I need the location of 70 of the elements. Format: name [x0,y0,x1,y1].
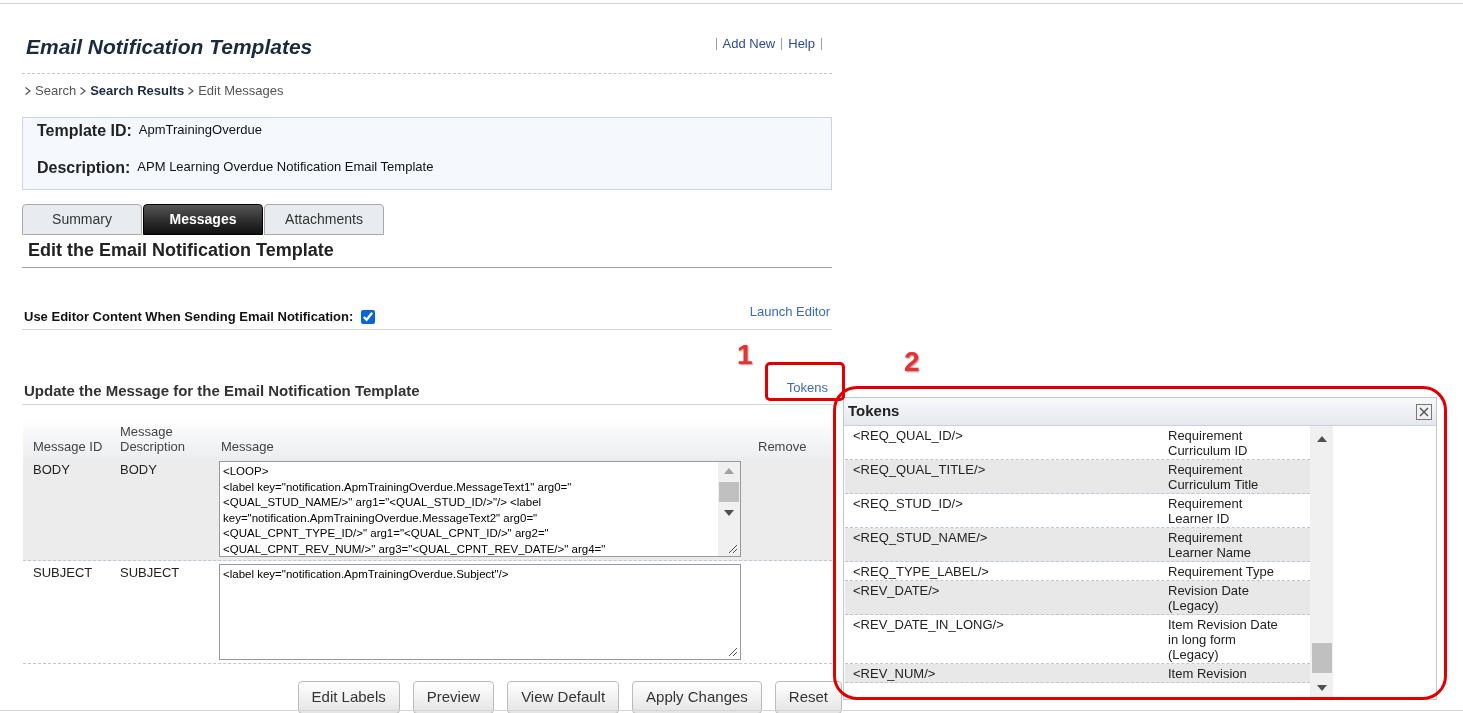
detail-label: Template ID: [37,121,132,141]
action-button[interactable]: Apply Changes [632,681,762,713]
table-cell-text: SUBJECT [120,564,181,581]
column-header: Remove [758,439,808,454]
tokens-link[interactable]: Tokens [786,380,828,396]
action-button[interactable]: Edit Labels [297,681,400,713]
callout-number: 2 [904,345,920,379]
column-header: Message ID [32,439,104,454]
token-code: <REV_DATE_IN_LONG/> [852,617,1005,634]
scroll-down-arrow-icon[interactable] [1316,685,1327,691]
tab[interactable]: Messages [143,204,263,235]
header-link[interactable]: Add New [722,36,776,52]
detail-label: Description: [37,158,131,178]
message-textarea[interactable]: <label key="notification.ApmTrainingOverdue.Subject"/> [219,564,741,660]
action-button[interactable]: Reset [774,681,842,713]
breadcrumb-link[interactable]: Edit Messages [198,83,284,99]
tab[interactable]: Attachments [264,204,384,235]
action-button[interactable]: View Default [507,681,620,713]
scrollbar[interactable] [718,462,740,556]
message-section-title: Update the Message for the Email Notification Template [24,382,420,400]
scroll-up-arrow-icon[interactable] [1316,436,1327,442]
page-title: Email Notification Templates [26,34,313,60]
token-description: Requirement Curriculum ID [1168,428,1249,458]
resize-grip-icon[interactable] [728,647,738,657]
breadcrumb-link[interactable]: Search Results [90,83,185,99]
header-link[interactable]: Help [788,36,815,52]
token-description: Item Revision Date in long form (Legacy) [1168,617,1279,662]
table-cell-text: BODY [120,461,158,478]
token-code: <REQ_TYPE_LABEL/> [852,564,990,579]
token-description: Requirement Learner ID [1168,496,1244,526]
tab[interactable]: Summary [22,204,142,235]
token-description: Item Revision [1168,666,1248,681]
chevron-icon [25,87,31,95]
panel-title: Tokens [848,401,900,422]
action-button[interactable]: Preview [412,681,495,713]
token-description: Requirement Learner Name [1168,530,1253,560]
detail-value: ApmTrainingOverdue [138,122,262,138]
checkbox-label: Use Editor Content When Sending Email Notification: [24,309,354,325]
table-cell-text: SUBJECT [32,564,94,581]
token-row[interactable]: <REV_NUM/> Item Revision [845,664,1310,683]
token-code: <REQ_QUAL_TITLE/> [852,462,987,479]
breadcrumb-link[interactable]: Search [35,83,77,99]
token-description: Revision Date (Legacy) [1168,583,1250,613]
token-row[interactable]: <REV_DATE/> Revision Date (Legacy) [845,581,1310,615]
token-row[interactable]: <REQ_STUD_NAME/> Requirement Learner Name [845,528,1310,562]
scrollbar-thumb[interactable] [719,482,739,502]
scrollbar[interactable] [1310,426,1333,699]
resize-grip-icon[interactable] [728,544,738,554]
detail-value: APM Learning Overdue Notification Email Template [137,159,434,175]
scrollbar-thumb[interactable] [1311,643,1332,673]
chevron-icon [188,87,195,95]
token-code: <REQ_STUD_ID/> [852,496,964,513]
token-description: Requirement Curriculum Title [1168,462,1260,492]
token-code: <REV_NUM/> [852,666,937,681]
message-textarea[interactable]: <LOOP> <label key="notification.ApmTrainingOverdue.MessageText1" arg0=" <QUAL_STUD_NAME/>" arg1="<QUAL_STUD_ID/>"/> <label key="notification.ApmTrainingOverdue.MessageText2" arg0=" <QUAL_CPNT_TYPE_ID/>" arg1="<QUAL_CPNT_ID/>" arg2=" <QUAL_CPNT_REV_NUM/>" arg3="<QUAL_CPNT_REV_DATE/>" arg4=" [219,461,741,557]
column-header: Message Description [120,424,187,454]
token-row[interactable]: <REQ_QUAL_TITLE/> Requirement Curriculum Title [845,460,1310,494]
launch-editor-link[interactable]: Launch Editor [749,304,830,320]
token-code: <REV_DATE/> [852,583,941,600]
token-description: Requirement Type [1168,564,1275,579]
table-cell-text: BODY [32,461,71,478]
token-code: <REQ_STUD_NAME/> [852,530,989,547]
token-code: <REQ_QUAL_ID/> [852,428,964,445]
close-button[interactable] [1416,403,1432,420]
scroll-down-arrow-icon[interactable] [724,510,734,516]
chevron-icon [80,87,87,95]
column-header: Message [220,439,275,454]
section-title: Edit the Email Notification Template [28,239,335,261]
checkbox[interactable] [361,310,376,324]
callout-number: 1 [737,338,753,372]
